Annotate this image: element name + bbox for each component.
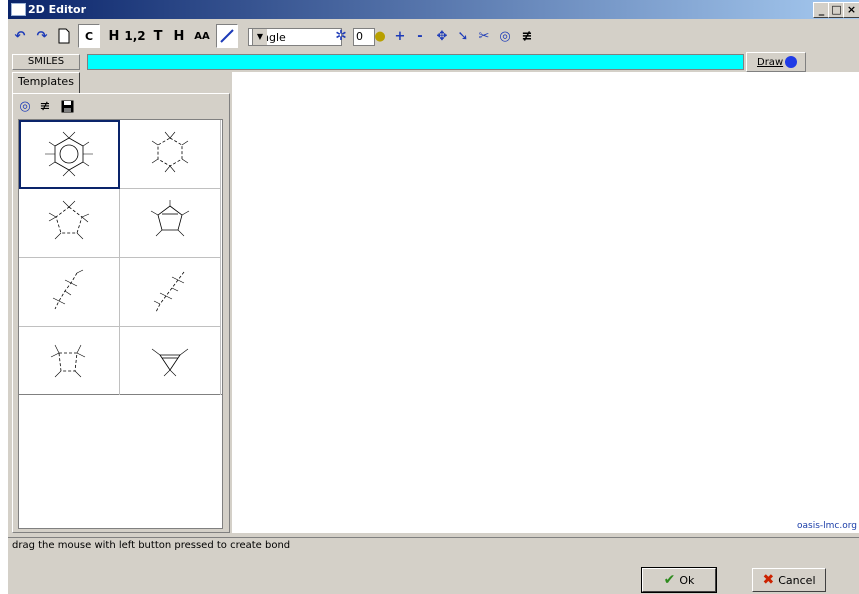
status-bar: drag the mouse with left button pressed … [8,537,859,555]
tab-strip: Templates [12,72,232,94]
move-icon[interactable]: ✥ [432,24,452,48]
ok-label: Ok [679,573,695,587]
aromatic-button[interactable]: AA [190,24,214,48]
select-arrow-icon[interactable]: ➘ [454,24,472,48]
smiles-label: SMILES [12,54,80,70]
tab-templates[interactable]: Templates [12,72,80,93]
templates-grid [18,119,223,396]
redo-icon[interactable]: ↷ [32,24,52,48]
save-icon[interactable] [58,97,76,115]
implicit-h-button[interactable]: H [170,24,188,48]
window-title: 2D Editor [28,3,87,16]
atom-color-icon[interactable]: ● [370,24,390,48]
watermark: oasis-lmc.org [797,521,857,531]
ring-icon[interactable]: ◎ [496,24,514,48]
carbon-atom-button[interactable]: C [78,24,100,48]
ok-button[interactable]: ✔ Ok [641,567,717,593]
check-icon: ✔ [663,572,676,588]
template-cyclohexane[interactable] [120,120,221,189]
draw-label: Draw [757,57,784,68]
template-cyclopropene[interactable] [120,327,221,396]
cancel-label: Cancel [778,573,816,587]
new-page-icon[interactable] [54,24,74,48]
desktop-edge [0,0,8,594]
templates-panel: ◎ ≢ [12,93,230,533]
text-button[interactable]: T [148,24,168,48]
cancel-x-icon: ✖ [762,572,775,588]
ring-templates-icon[interactable]: ◎ [16,97,34,115]
smiles-row: SMILES Draw [8,52,859,72]
draw-icon [785,56,797,68]
minus-charge-button[interactable]: - [412,24,428,48]
hydrogen-button[interactable]: H [104,24,124,48]
smiles-input[interactable] [87,54,744,70]
template-chain-1[interactable] [19,258,120,327]
drawing-canvas[interactable]: oasis-lmc.org [232,72,859,533]
chain-templates-icon[interactable]: ≢ [36,97,54,115]
charge-icon[interactable]: ✲ [332,24,350,48]
chevron-down-icon[interactable]: ▼ [252,29,267,45]
templates-empty-area [18,395,223,529]
cancel-button[interactable]: ✖ Cancel [752,568,826,592]
draw-button[interactable]: Draw [746,52,806,72]
chain-icon[interactable]: ≢ [518,24,536,48]
main-toolbar: ↶ ↷ C H 1,2 T H AA Single ▼ ✲ 0 ● + - ✥ … [8,20,859,50]
close-button[interactable]: × [843,2,859,18]
plus-charge-button[interactable]: + [392,24,408,48]
title-bar[interactable]: 2D Editor _ □ × [8,0,859,19]
template-cyclopentene[interactable] [120,189,221,258]
bond-draw-icon[interactable] [216,24,238,48]
template-benzene[interactable] [19,120,120,189]
eraser-icon[interactable]: ✂ [474,24,494,48]
template-cyclobutane[interactable] [19,327,120,396]
template-cyclopentane[interactable] [19,189,120,258]
numbering-button[interactable]: 1,2 [124,24,146,48]
app-icon [11,3,26,16]
editor-window: 2D Editor _ □ × ↶ ↷ C H 1,2 T H AA Singl… [8,0,859,594]
undo-icon[interactable]: ↶ [10,24,30,48]
template-chain-2[interactable] [120,258,221,327]
bond-type-select[interactable]: Single ▼ [248,28,342,46]
